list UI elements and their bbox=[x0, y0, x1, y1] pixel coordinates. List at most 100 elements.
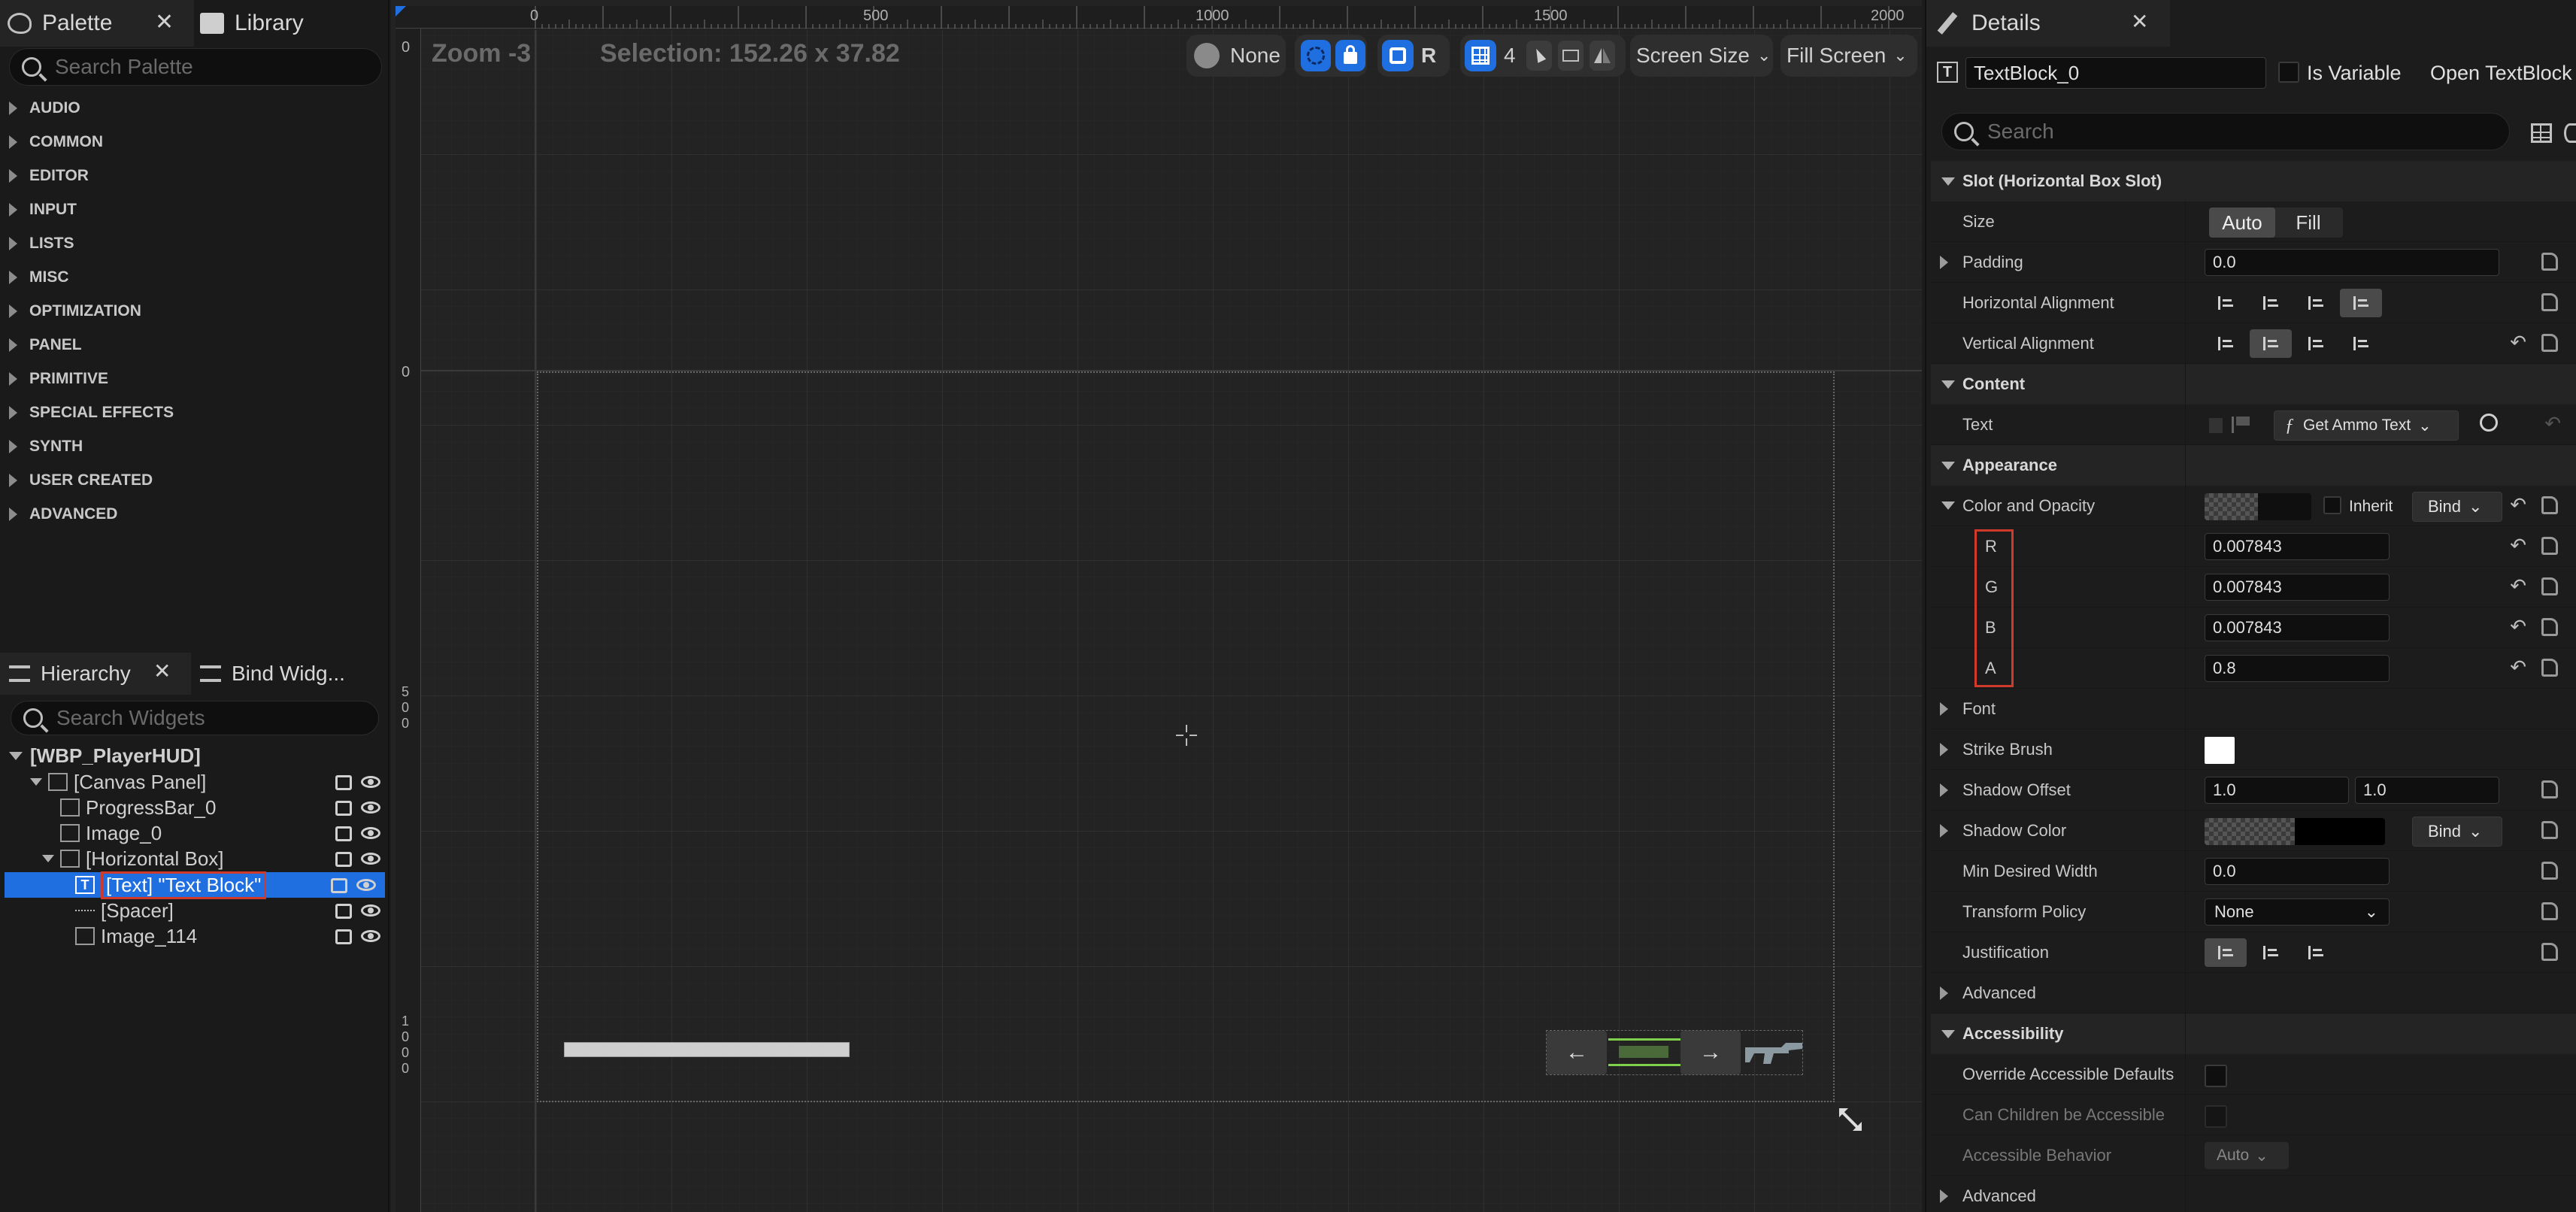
palette-category[interactable]: INPUT bbox=[0, 193, 389, 226]
visibility-eye-icon[interactable] bbox=[356, 879, 376, 891]
safe-zone-toggle[interactable] bbox=[1301, 40, 1331, 71]
palette-category[interactable]: SYNTH bbox=[0, 430, 389, 463]
tree-item[interactable]: Image_0 bbox=[0, 820, 389, 846]
pointer-icon[interactable] bbox=[1526, 41, 1552, 71]
tab-bind-widgets[interactable]: Bind Widg... bbox=[200, 653, 345, 695]
tree-item[interactable]: Image_114 bbox=[0, 923, 389, 949]
color-g-field[interactable]: 0.007843 bbox=[2205, 574, 2390, 601]
shadow-bind-dropdown[interactable]: Bind ⌄ bbox=[2412, 817, 2502, 847]
text-binding-dropdown[interactable]: ƒ Get Ammo Text ⌄ bbox=[2274, 411, 2459, 441]
override-checkbox[interactable] bbox=[2205, 1065, 2227, 1087]
reset-icon[interactable] bbox=[2541, 334, 2558, 352]
grid-snap-value[interactable]: 4 bbox=[1504, 44, 1516, 68]
left-arrow-button[interactable]: ← bbox=[1547, 1031, 1607, 1074]
details-close-icon[interactable]: ✕ bbox=[2131, 9, 2148, 34]
unlock-icon[interactable] bbox=[335, 852, 352, 867]
color-b-field[interactable]: 0.007843 bbox=[2205, 614, 2390, 641]
localization-button[interactable]: None bbox=[1186, 35, 1286, 77]
tab-library[interactable]: Library bbox=[200, 0, 304, 47]
align-center-v-icon[interactable] bbox=[2250, 329, 2292, 358]
hierarchy-search-input[interactable]: Search Widgets bbox=[11, 701, 379, 735]
reset-icon[interactable] bbox=[2541, 659, 2558, 677]
reset-icon[interactable] bbox=[2541, 577, 2558, 595]
prop-shadow-offset[interactable]: Shadow Offset 1.0 1.0 bbox=[1931, 770, 2576, 811]
browse-search-icon[interactable] bbox=[2480, 414, 2498, 432]
prop-shadow-color[interactable]: Shadow Color Bind ⌄ bbox=[1931, 811, 2576, 851]
align-center-h-icon[interactable] bbox=[2250, 289, 2292, 317]
shadow-offset-x-field[interactable]: 1.0 bbox=[2205, 777, 2349, 804]
flip-icon[interactable] bbox=[1589, 41, 1615, 71]
unlock-icon[interactable] bbox=[331, 878, 347, 893]
undo-icon[interactable]: ↶ bbox=[2510, 331, 2526, 354]
prop-advanced-2[interactable]: Advanced bbox=[1931, 1176, 2576, 1212]
reset-icon[interactable] bbox=[2541, 821, 2558, 839]
tab-palette[interactable]: Palette bbox=[8, 0, 112, 47]
tree-item[interactable]: [Spacer] bbox=[0, 898, 389, 923]
size-fill-button[interactable]: Fill bbox=[2275, 208, 2341, 238]
reset-icon[interactable] bbox=[2541, 537, 2558, 555]
palette-category[interactable]: AUDIO bbox=[0, 92, 389, 125]
prop-strike-brush[interactable]: Strike Brush bbox=[1931, 729, 2576, 770]
visibility-eye-icon[interactable] bbox=[361, 827, 380, 839]
palette-category[interactable]: COMMON bbox=[0, 126, 389, 159]
undo-icon[interactable]: ↶ bbox=[2510, 615, 2526, 638]
horizontal-box-widget[interactable]: ← → bbox=[1546, 1030, 1803, 1075]
justify-center-icon[interactable] bbox=[2250, 938, 2292, 967]
shadow-color-swatch[interactable] bbox=[2205, 818, 2385, 845]
is-variable-checkbox[interactable] bbox=[2278, 62, 2299, 83]
fill-screen-dropdown[interactable]: Fill Screen ⌄ bbox=[1780, 35, 1917, 77]
undo-icon[interactable]: ↶ bbox=[2510, 493, 2526, 517]
palette-category[interactable]: SPECIAL EFFECTS bbox=[0, 396, 389, 429]
resize-handle-icon[interactable] bbox=[1839, 1108, 1862, 1132]
align-left-icon[interactable] bbox=[2205, 289, 2247, 317]
reset-icon[interactable] bbox=[2541, 943, 2558, 961]
respect-locks-toggle[interactable] bbox=[1382, 40, 1414, 71]
palette-category[interactable]: OPTIMIZATION bbox=[0, 295, 389, 328]
progress-bar-widget[interactable] bbox=[564, 1042, 850, 1057]
visibility-eye-icon[interactable] bbox=[361, 801, 380, 814]
shadow-offset-y-field[interactable]: 1.0 bbox=[2355, 777, 2499, 804]
widget-name-field[interactable]: TextBlock_0 bbox=[1965, 57, 2266, 89]
section-accessibility[interactable]: Accessibility bbox=[1931, 1014, 2576, 1054]
align-bottom-icon[interactable] bbox=[2295, 329, 2337, 358]
color-bind-dropdown[interactable]: Bind ⌄ bbox=[2412, 492, 2502, 522]
hierarchy-close-icon[interactable]: ✕ bbox=[153, 659, 171, 683]
undo-icon[interactable]: ↶ bbox=[2510, 574, 2526, 598]
localize-flag-icon[interactable] bbox=[2209, 418, 2223, 433]
palette-close-icon[interactable]: ✕ bbox=[155, 9, 174, 35]
prop-advanced[interactable]: Advanced bbox=[1931, 973, 2576, 1014]
align-fill-h-icon[interactable] bbox=[2340, 289, 2382, 317]
inherit-checkbox[interactable] bbox=[2323, 496, 2341, 514]
unlock-icon[interactable] bbox=[335, 775, 352, 790]
undo-icon[interactable]: ↶ bbox=[2544, 412, 2561, 435]
tree-item[interactable]: ProgressBar_0 bbox=[0, 795, 389, 820]
collapse-arrow-icon[interactable] bbox=[1941, 501, 1955, 510]
undo-icon[interactable]: ↶ bbox=[2510, 656, 2526, 679]
justify-left-icon[interactable] bbox=[2205, 938, 2247, 967]
settings-gear-icon[interactable] bbox=[2564, 123, 2576, 143]
reset-icon[interactable] bbox=[2541, 618, 2558, 636]
size-auto-button[interactable]: Auto bbox=[2209, 208, 2275, 238]
tree-root[interactable]: [WBP_PlayerHUD] bbox=[0, 743, 389, 768]
reset-icon[interactable] bbox=[2541, 496, 2558, 514]
prop-font[interactable]: Font bbox=[1931, 689, 2576, 729]
transform-policy-dropdown[interactable]: None ⌄ bbox=[2205, 898, 2390, 926]
align-right-icon[interactable] bbox=[2295, 289, 2337, 317]
tree-item[interactable]: [Canvas Panel] bbox=[0, 769, 389, 795]
image-icon[interactable] bbox=[1557, 41, 1583, 71]
section-content[interactable]: Content bbox=[1931, 364, 2576, 405]
r-toggle-label[interactable]: R bbox=[1421, 44, 1436, 68]
details-search-input[interactable]: Search bbox=[1941, 113, 2510, 150]
align-fill-v-icon[interactable] bbox=[2340, 329, 2382, 358]
reset-icon[interactable] bbox=[2541, 862, 2558, 880]
padding-field[interactable]: 0.0 bbox=[2205, 249, 2499, 276]
color-r-field[interactable]: 0.007843 bbox=[2205, 533, 2390, 560]
table-view-icon[interactable] bbox=[2531, 123, 2552, 143]
visibility-eye-icon[interactable] bbox=[361, 853, 380, 865]
palette-category[interactable]: LISTS bbox=[0, 227, 389, 260]
unlock-icon[interactable] bbox=[335, 929, 352, 944]
visibility-eye-icon[interactable] bbox=[361, 930, 380, 942]
palette-category[interactable]: PRIMITIVE bbox=[0, 362, 389, 395]
color-a-field[interactable]: 0.8 bbox=[2205, 655, 2390, 682]
prop-padding[interactable]: Padding 0.0 bbox=[1931, 242, 2576, 283]
